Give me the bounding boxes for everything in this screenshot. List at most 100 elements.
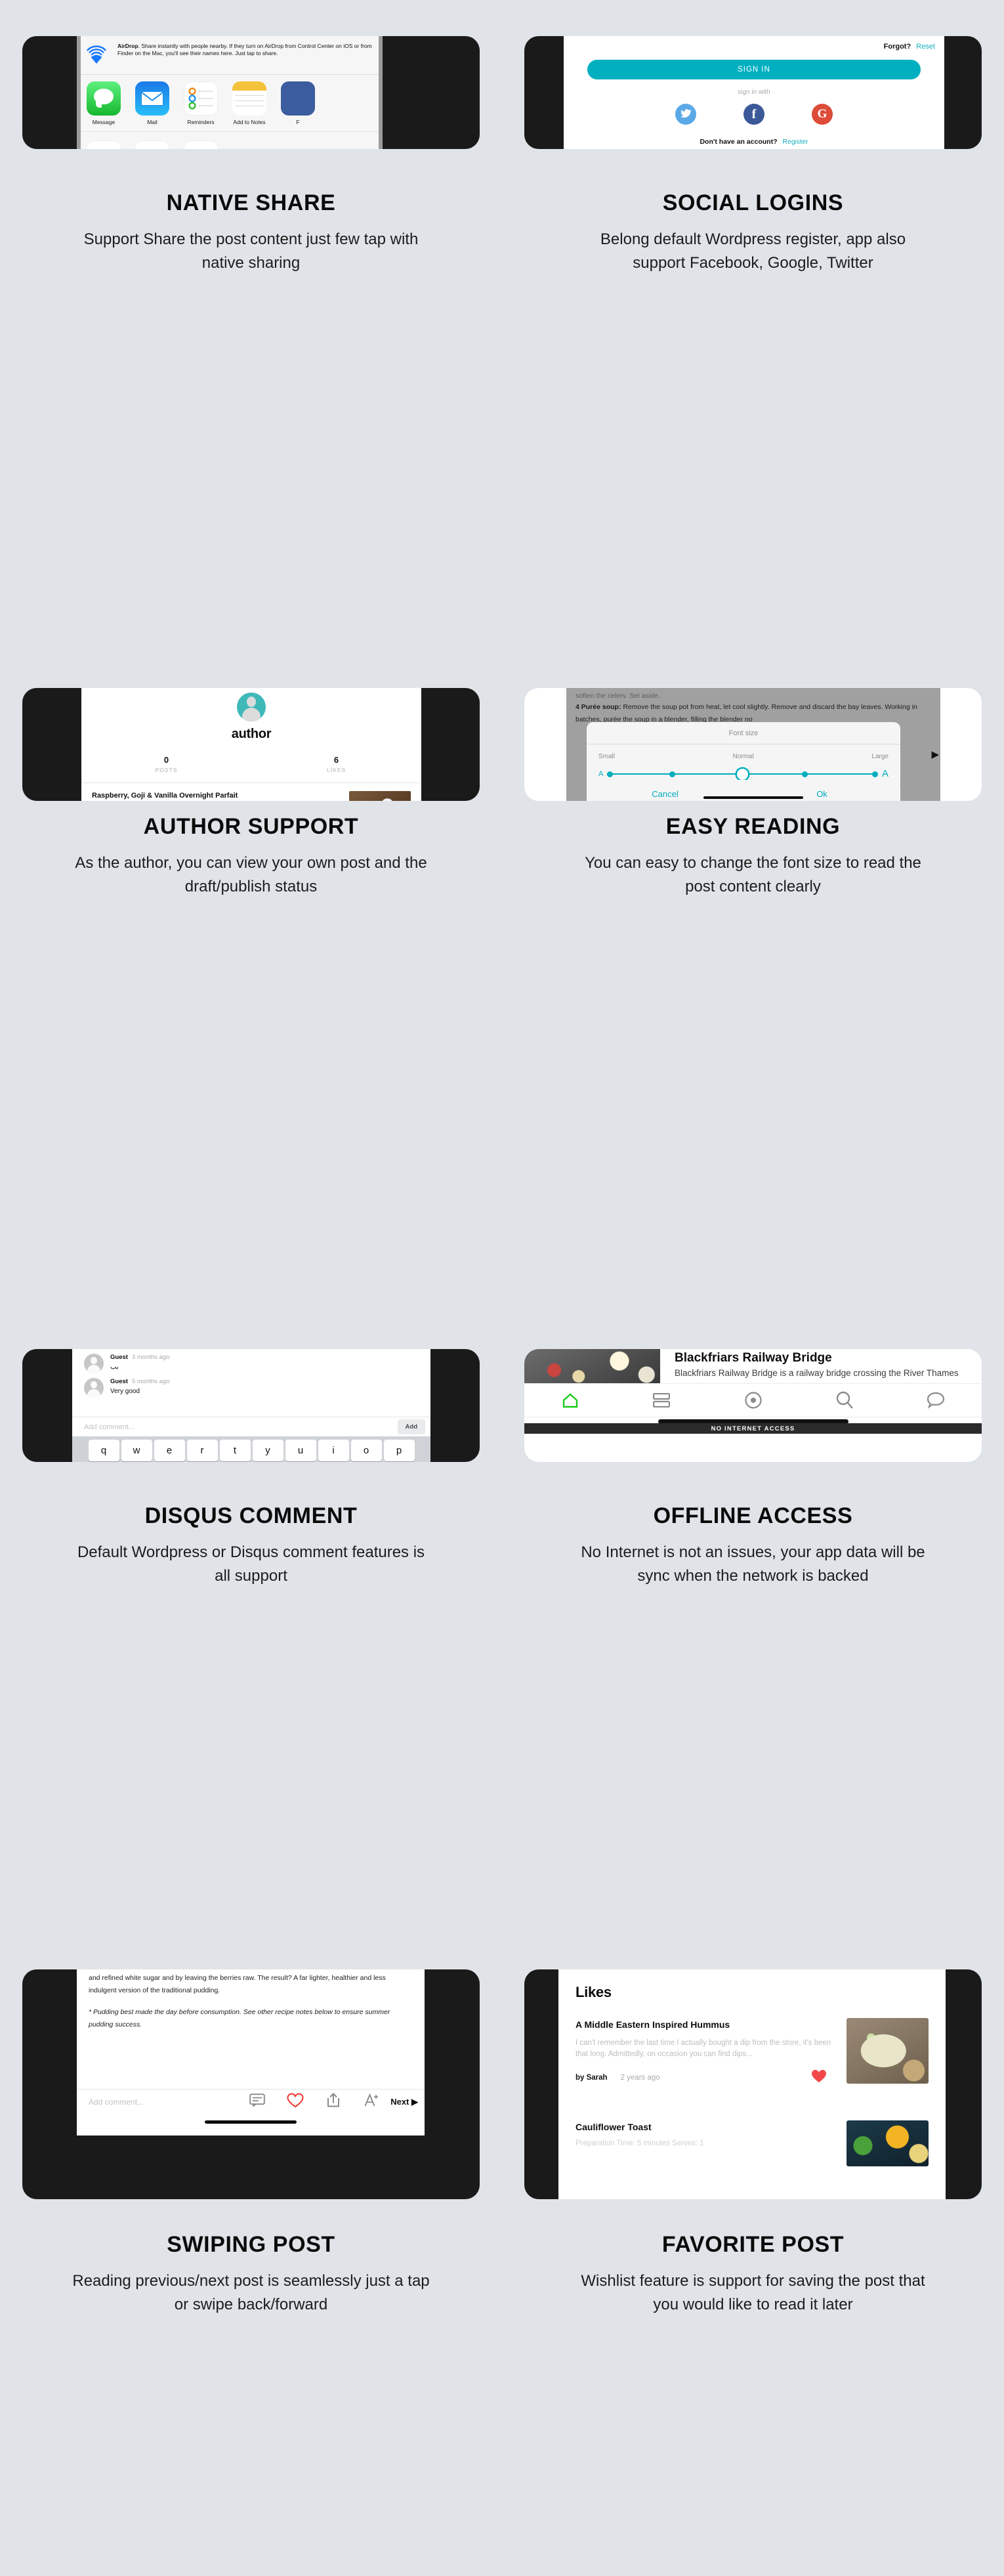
article-paragraph-text: Remove the soup pot from heat, let cool … (575, 703, 917, 723)
tab-location[interactable] (707, 1391, 799, 1409)
slider-tick[interactable] (669, 771, 676, 777)
home-indicator (703, 796, 803, 799)
mail-icon (135, 81, 169, 116)
slider-tick[interactable] (871, 771, 878, 777)
comment-input[interactable]: Add comment... (89, 2097, 238, 2107)
post-thumbnail (349, 791, 411, 801)
article-body: and refined white sugar and by leaving t… (77, 1969, 425, 2031)
key-y[interactable]: y (252, 1440, 283, 1461)
key-o[interactable]: o (350, 1440, 382, 1461)
comment-header: Guest 5 months ago (110, 1378, 170, 1385)
panel-title: SOCIAL LOGINS (662, 190, 844, 215)
twitter-icon[interactable] (675, 104, 696, 125)
post-text: Blackfriars Railway Bridge Blackfriars R… (660, 1349, 959, 1383)
post-author: by Sarah (575, 2074, 608, 2082)
key-u[interactable]: u (285, 1440, 316, 1461)
article-action-bar: Add comment... Next ▶ (77, 2089, 425, 2114)
register-link[interactable]: Register (782, 138, 808, 146)
tab-comments[interactable] (890, 1392, 982, 1409)
slider-thumb[interactable] (737, 768, 749, 780)
share-app-reminders[interactable]: Reminders (182, 81, 220, 126)
next-label: Next (390, 2096, 409, 2107)
avatar (84, 1378, 104, 1398)
airdrop-text: AirDrop. Share instantly with people nea… (117, 41, 377, 70)
font-size-slider[interactable]: A A (598, 768, 889, 780)
share-app-label: Mail (147, 119, 157, 125)
keyboard-row-1: q w e r t y u i o p (73, 1440, 429, 1461)
font-size-icon[interactable] (352, 2093, 390, 2111)
stat-posts: 0 POSTS (81, 755, 251, 773)
heart-icon[interactable] (276, 2092, 314, 2111)
heart-icon[interactable] (811, 2069, 827, 2086)
tab-home[interactable] (524, 1392, 616, 1409)
stat-value: 6 (333, 755, 339, 765)
list-item[interactable]: A Middle Eastern Inspired Hummus I can't… (558, 2001, 946, 2086)
list-item: Guest 5 months ago Very good (72, 1373, 430, 1398)
panel-caption: NATIVE SHARE Support Share the post cont… (0, 190, 502, 275)
message-icon (87, 81, 121, 116)
facebook-icon[interactable]: f (743, 104, 764, 125)
share-app-message[interactable]: Message (85, 81, 123, 126)
share-icon[interactable] (314, 2092, 352, 2111)
slider-track[interactable] (607, 768, 878, 780)
article-faded-line: soften the celery. Set aside. (575, 692, 660, 698)
tab-search[interactable] (799, 1391, 890, 1409)
next-arrow-icon[interactable]: ▶ (931, 748, 939, 760)
post-text: Cauliflower Toast Preparation Time: 5 mi… (575, 2120, 835, 2166)
reset-link[interactable]: Reset (916, 43, 935, 51)
next-post-button[interactable]: Next ▶ (390, 2097, 418, 2107)
list-item[interactable]: Cauliflower Toast Preparation Time: 5 mi… (558, 2086, 946, 2166)
phone-screen: Likes A Middle Eastern Inspired Hummus I… (558, 1969, 946, 2199)
slider-tick[interactable] (802, 771, 808, 777)
phone-frame: Blackfriars Railway Bridge Blackfriars R… (524, 1349, 982, 1462)
airdrop-section[interactable]: AirDrop. Share instantly with people nea… (77, 36, 383, 74)
share-app-more-partial[interactable]: F (279, 81, 317, 126)
action-copy[interactable]: Copy (133, 141, 171, 149)
key-q[interactable]: q (88, 1440, 119, 1461)
phone-frame: Forgot? Reset SIGN IN sign in with f G D… (524, 36, 982, 149)
stat-likes: 6 LIKES (251, 755, 421, 773)
list-item[interactable]: Raspberry, Goji & Vanilla Overnight Parf… (81, 783, 421, 801)
key-r[interactable]: r (186, 1440, 218, 1461)
panel-caption: SWIPING POST Reading previous/next post … (0, 2232, 502, 2317)
panel-description: No Internet is not an issues, your app d… (581, 1543, 925, 1585)
slider-tick[interactable] (607, 771, 614, 777)
post-meta: by Sarah 2 years ago (575, 2069, 835, 2086)
key-t[interactable]: t (219, 1440, 251, 1461)
slider-label-large: Large (871, 753, 889, 760)
google-icon[interactable]: G (812, 104, 833, 125)
on-screen-keyboard[interactable]: q w e r t y u i o p a s d (72, 1436, 430, 1462)
add-comment-button[interactable]: Add (397, 1419, 425, 1434)
action-more[interactable]: More (182, 141, 220, 149)
forgot-label: Forgot? (883, 43, 911, 51)
notes-line (235, 95, 264, 96)
panel-description: Default Wordpress or Disqus comment feat… (77, 1543, 425, 1585)
panel-swiping-post: and refined white sugar and by leaving t… (0, 1937, 502, 2576)
panel-easy-reading: soften the celery. Set aside. 4 Purée so… (502, 624, 1004, 1247)
action-add-to-reading-list[interactable]: Add to Reading List (85, 141, 123, 149)
key-p[interactable]: p (383, 1440, 415, 1461)
tab-feed[interactable] (616, 1393, 707, 1407)
comment-author: Guest (110, 1354, 128, 1361)
share-action-row: Add to Reading List Copy More (77, 131, 383, 149)
comment-input[interactable]: Add comment... (84, 1423, 398, 1431)
key-w[interactable]: w (121, 1440, 152, 1461)
slider-label-small: Small (598, 753, 616, 760)
share-app-notes[interactable]: Add to Notes (230, 81, 268, 126)
phone-frame: soften the celery. Set aside. 4 Purée so… (524, 688, 982, 801)
envelope-shape (140, 91, 164, 106)
airdrop-bold: AirDrop (117, 43, 138, 49)
key-e[interactable]: e (154, 1440, 185, 1461)
key-i[interactable]: i (318, 1440, 349, 1461)
comment-icon[interactable] (238, 2093, 276, 2110)
list-item[interactable]: Blackfriars Railway Bridge Blackfriars R… (524, 1349, 982, 1383)
panel-title: FAVORITE POST (661, 2232, 845, 2257)
stat-label: LIKES (326, 767, 346, 773)
post-thumbnail (847, 2018, 929, 2084)
phone-frame: Guest 3 months ago بب Guest 5 months ago V… (22, 1349, 480, 1462)
post-text: A Middle Eastern Inspired Hummus I can't… (575, 2018, 835, 2086)
status-badge: NO INTERNET ACCESS (524, 1423, 982, 1434)
sign-in-button[interactable]: SIGN IN (587, 60, 921, 79)
panel-disqus-comment: Guest 3 months ago بب Guest 5 months ago V… (0, 1247, 502, 1937)
share-app-mail[interactable]: Mail (133, 81, 171, 126)
